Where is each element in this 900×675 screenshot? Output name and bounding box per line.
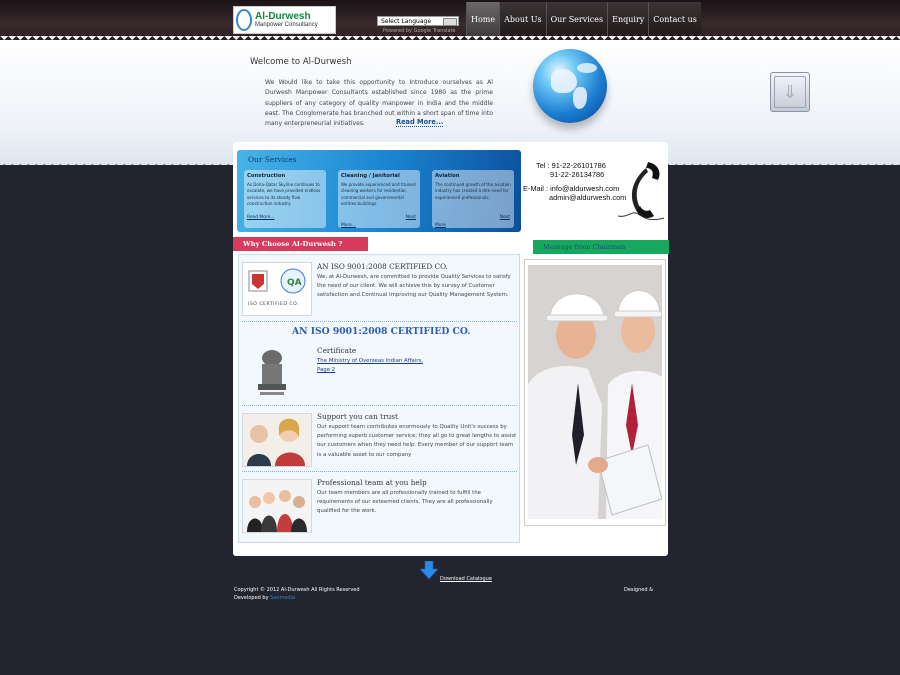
site-logo[interactable]: Al-Durwesh Manpower Consultancy bbox=[233, 6, 336, 34]
certificate-heading: Certificate bbox=[317, 346, 357, 355]
service-card-aviation: Aviation The continued growth of the avi… bbox=[432, 170, 514, 228]
telephone-1: Tel : 91-22-26101786 bbox=[536, 161, 606, 170]
download-arrow-icon[interactable] bbox=[420, 561, 438, 579]
service-next-link[interactable]: Next bbox=[406, 215, 416, 220]
download-catalogue-link[interactable]: Download Catalogue bbox=[440, 576, 492, 582]
developed-by: Developed by Seomedia bbox=[234, 595, 295, 601]
email-2[interactable]: admin@aldurwesh.com bbox=[523, 193, 626, 202]
nav-contact-us[interactable]: Contact us bbox=[648, 2, 701, 36]
team-heading: Professional team at you help bbox=[317, 478, 427, 487]
engineers-photo bbox=[528, 265, 662, 519]
service-title: Aviation bbox=[435, 173, 460, 179]
nav-enquiry[interactable]: Enquiry bbox=[607, 2, 649, 36]
team-thumbnail bbox=[242, 479, 312, 533]
support-thumbnail bbox=[242, 413, 312, 467]
contact-telephone: Tel : 91-22-26101786 91-22-26134786 bbox=[536, 161, 606, 179]
welcome-title: Welcome to Al-Durwesh bbox=[250, 57, 352, 67]
service-more-link[interactable]: More... bbox=[341, 223, 356, 228]
copyright-text: Copyright © 2012 Al-Durwesh All Rights R… bbox=[234, 587, 360, 593]
language-select[interactable]: Select Language bbox=[377, 16, 459, 26]
divider bbox=[242, 405, 517, 406]
logo-subtitle: Manpower Consultancy bbox=[255, 22, 318, 28]
telephone-2: 91-22-26134786 bbox=[550, 170, 605, 179]
globe-land bbox=[551, 69, 577, 93]
certificate-link-ministry[interactable]: The Ministry of Overseas Indian Affairs, bbox=[317, 357, 423, 366]
powered-by-translate: Powered by Google Translate bbox=[383, 28, 456, 34]
globe-image bbox=[533, 49, 607, 123]
service-read-more-link[interactable]: Read More... bbox=[247, 215, 275, 220]
nav-home[interactable]: Home bbox=[466, 2, 500, 36]
services-title: Our Services bbox=[248, 155, 297, 164]
logo-title: Al-Durwesh bbox=[255, 11, 311, 22]
professional-team-photo bbox=[247, 490, 307, 532]
designed-by-text: Designed & bbox=[624, 587, 654, 593]
iso-body: We, at Al-Durwesh, are committed to prov… bbox=[317, 274, 511, 299]
welcome-read-more-link[interactable]: Read More... bbox=[396, 118, 444, 127]
nav-about-us[interactable]: About Us bbox=[499, 2, 546, 36]
support-body: Our support team contributes enormously … bbox=[317, 424, 517, 458]
scroll-down-button[interactable]: ⇓ bbox=[770, 72, 810, 112]
welcome-text: We Would like to take this opportunity t… bbox=[265, 79, 493, 128]
contact-email: E-Mail : info@aldurwesh.com admin@aldurw… bbox=[523, 184, 626, 202]
divider bbox=[242, 321, 517, 322]
developed-by-label: Developed by bbox=[234, 595, 269, 601]
service-body: As Doha-Qatar Skyline continues to escal… bbox=[247, 182, 321, 206]
telephone-icon bbox=[618, 162, 664, 221]
nav-our-services[interactable]: Our Services bbox=[545, 2, 608, 36]
main-nav: Home About Us Our Services Enquiry Conta… bbox=[466, 2, 701, 36]
team-body: Our team members are all professionally … bbox=[317, 490, 493, 515]
svg-text:QA: QA bbox=[287, 278, 302, 288]
zigzag-top bbox=[0, 36, 900, 44]
service-body: We provide experienced and trained clean… bbox=[341, 182, 416, 206]
certificate-link-page2[interactable]: Page 2 bbox=[317, 366, 335, 375]
email-1[interactable]: E-Mail : info@aldurwesh.com bbox=[523, 184, 626, 193]
support-team-photo bbox=[247, 418, 305, 466]
chairman-photo-frame bbox=[524, 259, 666, 526]
service-next-link[interactable]: Next bbox=[500, 215, 510, 220]
certificate-thumbnail bbox=[242, 346, 312, 400]
chairman-message-header[interactable]: Message from Chairman bbox=[533, 240, 669, 254]
double-chevron-down-icon: ⇓ bbox=[774, 76, 806, 108]
logo-mark-icon bbox=[236, 9, 252, 31]
developer-link[interactable]: Seomedia bbox=[270, 595, 295, 601]
iso-badge-label: ISO CERTIFIED CO. bbox=[248, 302, 299, 307]
service-title: Construction bbox=[247, 173, 286, 179]
iso-banner: AN ISO 9001:2008 CERTIFIED CO. bbox=[292, 326, 471, 337]
support-heading: Support you can trust bbox=[317, 412, 398, 421]
service-body: The continued growth of the aviation ind… bbox=[435, 182, 511, 200]
service-card-cleaning: Cleaning / Janitorial We provide experie… bbox=[338, 170, 420, 228]
emblem-icon bbox=[258, 350, 286, 395]
service-card-construction: Construction As Doha-Qatar Skyline conti… bbox=[244, 170, 326, 228]
globe-land bbox=[577, 63, 597, 73]
service-title: Cleaning / Janitorial bbox=[341, 173, 400, 179]
globe-land bbox=[573, 87, 587, 109]
service-more-link[interactable]: More bbox=[435, 223, 446, 228]
why-choose-header: Why Choose Al-Durwesh ? bbox=[233, 237, 368, 251]
iso-heading: AN ISO 9001:2008 CERTIFIED CO. bbox=[317, 262, 448, 271]
divider bbox=[242, 471, 517, 472]
